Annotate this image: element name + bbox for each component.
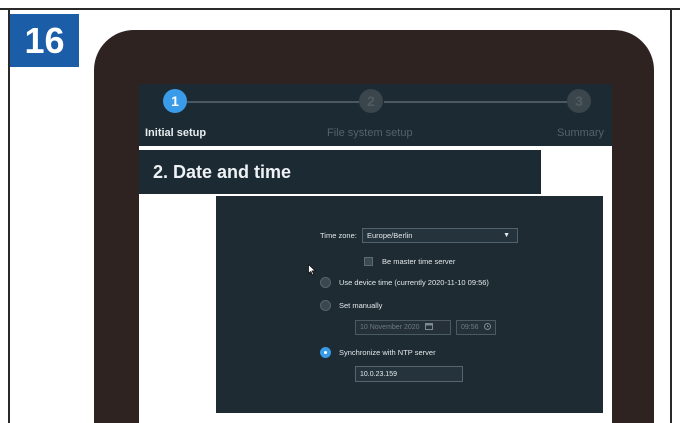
manual-time-field[interactable]: 09:56 <box>456 320 496 335</box>
frame-top-border <box>0 8 680 10</box>
step-3-indicator[interactable]: 3 <box>567 89 591 113</box>
date-time-settings-panel: Time zone: Europe/Berlin ▼ Be master tim… <box>216 196 603 413</box>
frame-left-border <box>8 8 10 423</box>
step-2-indicator[interactable]: 2 <box>359 89 383 113</box>
timezone-select[interactable]: Europe/Berlin ▼ <box>362 228 518 243</box>
section-title: 2. Date and time <box>139 150 541 194</box>
step-number-badge: 16 <box>10 14 79 67</box>
master-time-server-checkbox[interactable] <box>364 257 373 266</box>
setup-wizard-progress: 1 2 3 Initial setup File system setup Su… <box>139 84 612 146</box>
step-2-label: File system setup <box>327 127 413 139</box>
manual-date-field[interactable]: 10 November 2020 <box>355 320 451 335</box>
manual-time-value: 09:56 <box>461 324 479 331</box>
use-device-time-label: Use device time (currently 2020-11-10 09… <box>339 278 489 287</box>
ntp-radio[interactable] <box>320 347 331 358</box>
ntp-server-input[interactable]: 10.0.23.159 <box>355 366 463 382</box>
manual-date-value: 10 November 2020 <box>360 324 420 331</box>
set-manually-option[interactable]: Set manually <box>320 300 382 311</box>
ntp-option[interactable]: Synchronize with NTP server <box>320 347 436 358</box>
clock-icon[interactable] <box>483 323 491 332</box>
ntp-label: Synchronize with NTP server <box>339 348 436 357</box>
master-time-server-option[interactable]: Be master time server <box>364 257 455 266</box>
master-time-server-label: Be master time server <box>382 257 456 266</box>
set-manually-radio[interactable] <box>320 300 331 311</box>
step-1-indicator[interactable]: 1 <box>163 89 187 113</box>
step-connector-1-2 <box>187 101 359 103</box>
calendar-icon[interactable] <box>424 323 433 332</box>
step-3-label: Summary <box>557 127 605 139</box>
use-device-time-option[interactable]: Use device time (currently 2020-11-10 09… <box>320 277 489 288</box>
step-1-label: Initial setup <box>145 127 207 139</box>
frame-right-border <box>670 8 672 423</box>
ntp-server-value: 10.0.23.159 <box>360 370 397 378</box>
mouse-pointer-icon <box>308 263 317 281</box>
use-device-time-radio[interactable] <box>320 277 331 288</box>
timezone-select-value: Europe/Berlin <box>367 231 413 240</box>
timezone-label: Time zone: <box>320 231 357 240</box>
chevron-down-icon: ▼ <box>503 232 510 239</box>
set-manually-label: Set manually <box>339 301 383 310</box>
step-connector-2-3 <box>384 101 567 103</box>
